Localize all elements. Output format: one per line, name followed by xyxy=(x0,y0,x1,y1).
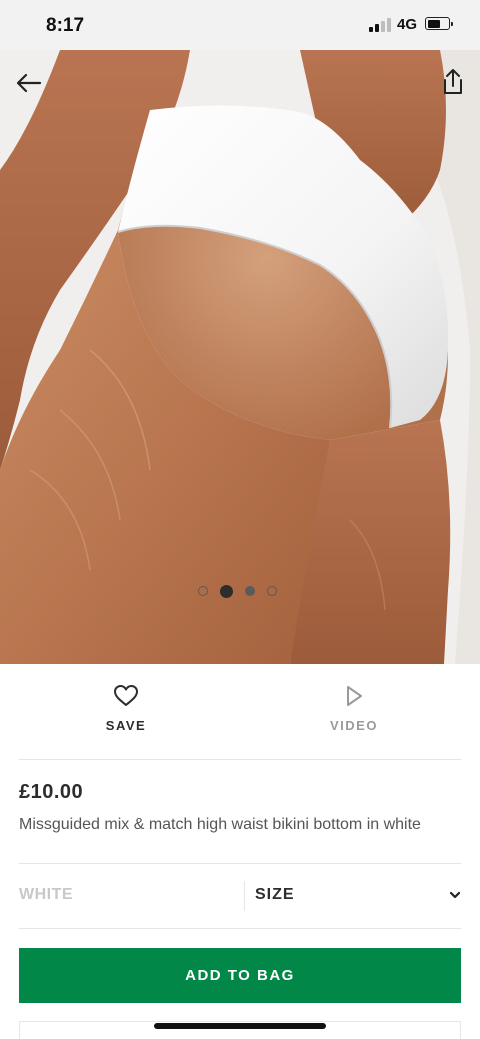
options-separator xyxy=(244,881,245,911)
arrow-left-icon xyxy=(16,73,42,93)
signal-strength-icon xyxy=(369,18,391,32)
battery-level-fill xyxy=(427,19,441,28)
colour-value: WHITE xyxy=(19,886,74,903)
divider xyxy=(19,928,461,929)
gallery-pagination xyxy=(198,583,289,599)
save-button[interactable]: SAVE xyxy=(56,684,196,744)
share-button[interactable] xyxy=(438,66,468,98)
size-selector[interactable]: SIZE xyxy=(255,879,463,913)
battery-icon xyxy=(425,17,453,30)
share-icon xyxy=(444,69,462,94)
video-label: VIDEO xyxy=(330,718,378,733)
status-bar: 8:17 4G xyxy=(0,0,480,50)
add-to-bag-button[interactable]: ADD TO BAG xyxy=(19,948,461,1003)
product-photo xyxy=(0,50,480,664)
divider xyxy=(19,759,461,760)
video-button[interactable]: VIDEO xyxy=(284,684,424,744)
product-image-gallery[interactable] xyxy=(0,50,480,664)
size-label: SIZE xyxy=(255,886,295,903)
gallery-dot[interactable] xyxy=(267,586,277,596)
product-title: Missguided mix & match high waist bikini… xyxy=(19,816,421,833)
gallery-dot[interactable] xyxy=(198,586,208,596)
divider xyxy=(19,863,461,864)
network-type: 4G xyxy=(397,16,418,33)
back-button[interactable] xyxy=(14,68,44,98)
home-indicator[interactable] xyxy=(154,1023,326,1029)
heart-icon xyxy=(114,685,138,706)
product-actions: SAVE VIDEO xyxy=(0,664,480,760)
chevron-down-icon xyxy=(449,891,461,899)
product-price: £10.00 xyxy=(19,781,84,803)
gallery-dot[interactable] xyxy=(245,586,255,596)
save-label: SAVE xyxy=(105,718,147,733)
play-icon xyxy=(347,686,362,706)
gallery-dot-active[interactable] xyxy=(220,584,233,598)
status-time: 8:17 xyxy=(46,15,85,36)
